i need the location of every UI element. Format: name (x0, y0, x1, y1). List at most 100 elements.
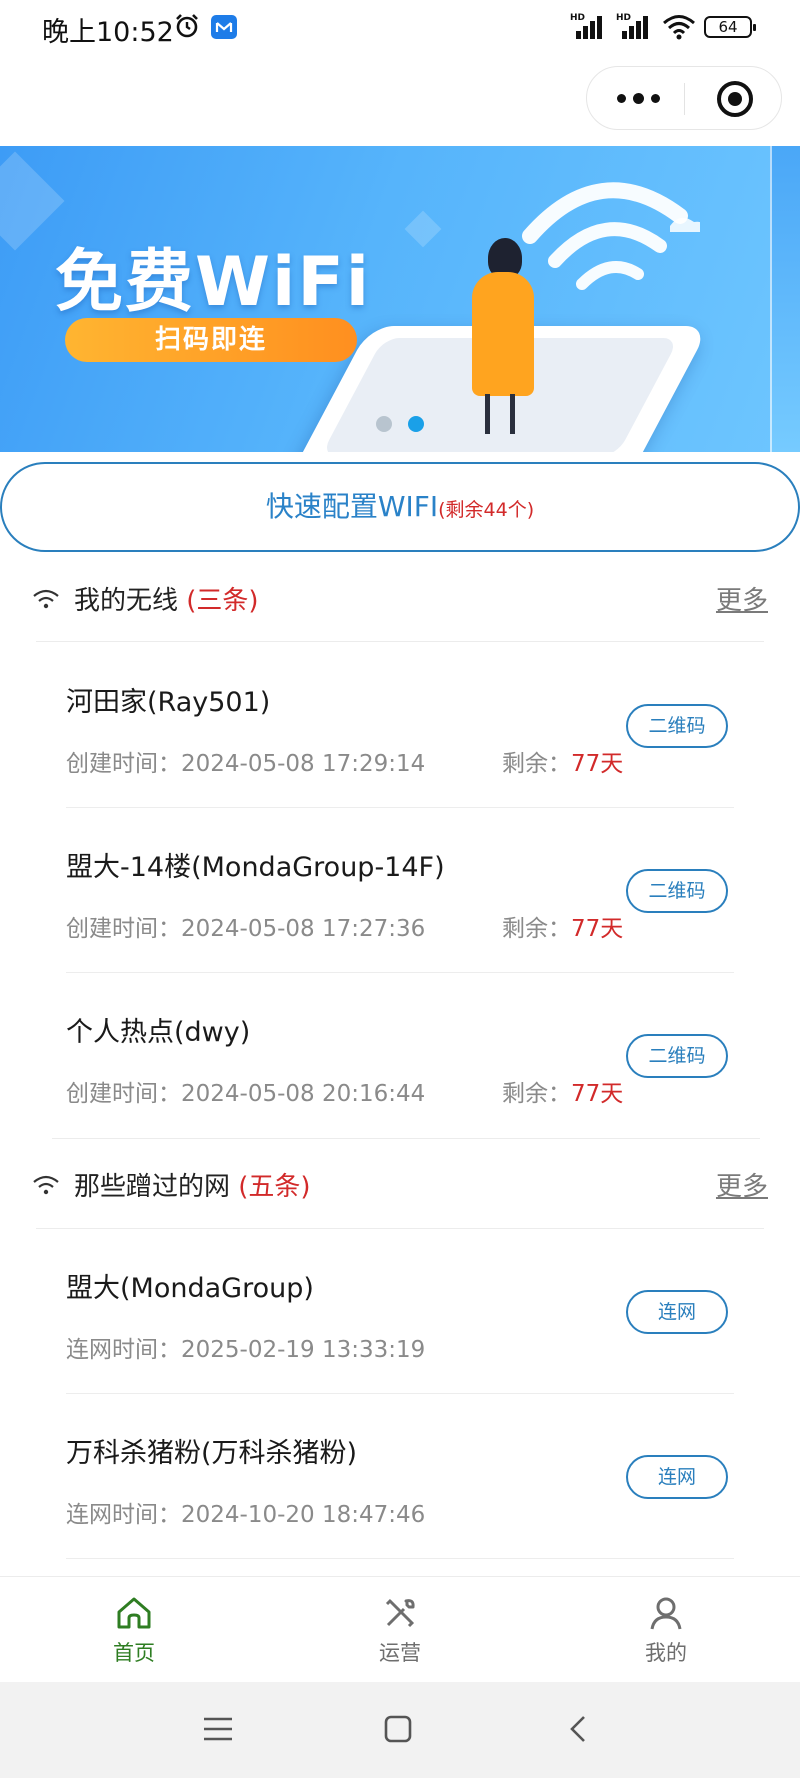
wifi-created-time: 创建时间：2024-05-08 17:29:14 (66, 744, 425, 778)
person-illustration-body (472, 272, 534, 396)
connected-label: 连网时间： (66, 1502, 181, 1528)
carousel-dot-1[interactable] (376, 416, 392, 432)
network-name: 万科杀猪粉(万科杀猪粉) (66, 1438, 358, 1469)
created-value: 2024-05-08 17:27:36 (181, 916, 426, 942)
section-divider (36, 1228, 764, 1229)
status-indicators: HD HD 64 (570, 12, 756, 42)
more-options-icon[interactable] (617, 89, 661, 109)
capsule-menu (586, 66, 782, 130)
remain-label: 剩余： (502, 751, 571, 777)
visited-networks-title: 那些蹭过的网 (五条) (74, 1166, 311, 1203)
close-miniprogram-icon[interactable] (717, 81, 753, 117)
my-wireless-count: (三条) (186, 586, 259, 616)
wifi-created-time: 创建时间：2024-05-08 17:27:36 (66, 909, 425, 943)
visited-networks-count: (五条) (238, 1172, 311, 1202)
item-divider (66, 1393, 734, 1394)
wifi-name: 河田家(Ray501) (66, 687, 271, 718)
network-list-item: 万科杀猪粉(万科杀猪粉) 连网时间：2024-10-20 18:47:46 连网 (0, 1395, 800, 1559)
section-divider (36, 641, 764, 642)
wifi-name: 盟大-14楼(MondaGroup-14F) (66, 852, 445, 883)
wifi-list-item: 个人热点(dwy) 创建时间：2024-05-08 20:16:44 剩余：77… (0, 974, 800, 1138)
section-divider (52, 1138, 760, 1139)
home-square-icon[interactable] (383, 1714, 413, 1744)
capsule-divider (684, 83, 685, 115)
connect-button[interactable]: 连网 (626, 1290, 728, 1334)
system-navigation-bar (0, 1682, 800, 1778)
tools-icon (385, 1598, 415, 1628)
created-label: 创建时间： (66, 916, 181, 942)
tab-operations-label: 运营 (379, 1641, 421, 1665)
user-icon (650, 1597, 682, 1630)
promo-banner[interactable]: 免费WiFi 扫码即连 (0, 146, 800, 452)
tab-home[interactable]: 首页 (74, 1587, 194, 1677)
quick-config-wifi-button[interactable]: 快速配置WIFI(剩余44个) (0, 462, 800, 552)
connect-button[interactable]: 连网 (626, 1455, 728, 1499)
qrcode-button[interactable]: 二维码 (626, 704, 728, 748)
tab-profile-label: 我的 (645, 1641, 687, 1665)
connected-value: 2024-10-20 18:47:46 (181, 1502, 426, 1528)
menu-icon[interactable] (202, 1714, 234, 1744)
network-list-item: 盟大(MondaGroup) 连网时间：2025-02-19 13:33:19 … (0, 1230, 800, 1394)
wifi-icon (33, 589, 59, 609)
tab-home-label: 首页 (113, 1641, 155, 1665)
remain-label: 剩余： (502, 1081, 571, 1107)
alarm-clock-icon (176, 14, 198, 38)
person-illustration-legs (485, 394, 515, 434)
my-wireless-title-text: 我的无线 (74, 586, 179, 616)
created-value: 2024-05-08 17:29:14 (181, 751, 426, 777)
wifi-name: 个人热点(dwy) (66, 1017, 251, 1048)
signal-icon-2: HD (616, 13, 654, 41)
remain-days: 77天 (571, 916, 624, 942)
quick-config-remaining: (剩余44个) (438, 499, 535, 521)
wifi-status-icon (663, 15, 695, 40)
created-value: 2024-05-08 20:16:44 (181, 1081, 426, 1107)
banner-title: 免费WiFi (55, 243, 372, 322)
wifi-remaining: 剩余：77天 (502, 909, 623, 943)
item-divider (66, 972, 734, 973)
home-icon (117, 1597, 151, 1629)
banner-subtitle: 扫码即连 (65, 318, 357, 362)
visited-networks-header: 那些蹭过的网 (五条) 更多 (0, 1146, 800, 1226)
network-connected-time: 连网时间：2024-10-20 18:47:46 (66, 1495, 425, 1529)
created-label: 创建时间： (66, 751, 181, 777)
connected-label: 连网时间： (66, 1337, 181, 1363)
decor-diamond (404, 210, 442, 248)
qrcode-button[interactable]: 二维码 (626, 1034, 728, 1078)
wifi-illustration-icon (522, 182, 700, 290)
bottom-tab-bar: 首页 运营 我的 (0, 1576, 800, 1682)
network-name: 盟大(MondaGroup) (66, 1273, 314, 1304)
status-time: 晚上10:52 (42, 17, 174, 48)
wifi-list-item: 盟大-14楼(MondaGroup-14F) 创建时间：2024-05-08 1… (0, 809, 800, 973)
remain-label: 剩余： (502, 916, 571, 942)
wifi-list-item: 河田家(Ray501) 创建时间：2024-05-08 17:29:14 剩余：… (0, 644, 800, 808)
battery-indicator: 64 (704, 16, 756, 38)
tab-operations[interactable]: 运营 (340, 1587, 460, 1677)
wifi-created-time: 创建时间：2024-05-08 20:16:44 (66, 1074, 425, 1108)
my-wireless-title: 我的无线 (三条) (74, 580, 259, 617)
carousel-dot-2[interactable] (408, 416, 424, 432)
signal-hd-label: HD (570, 13, 586, 23)
remain-days: 77天 (571, 1081, 624, 1107)
visited-networks-more-link[interactable]: 更多 (716, 1166, 768, 1203)
wifi-remaining: 剩余：77天 (502, 1074, 623, 1108)
visited-networks-title-text: 那些蹭过的网 (74, 1172, 231, 1202)
quick-config-label: 快速配置WIFI (265, 490, 439, 523)
network-connected-time: 连网时间：2025-02-19 13:33:19 (66, 1330, 425, 1364)
item-divider (66, 1558, 734, 1559)
connected-value: 2025-02-19 13:33:19 (181, 1337, 426, 1363)
qrcode-button[interactable]: 二维码 (626, 869, 728, 913)
remain-days: 77天 (571, 751, 624, 777)
status-bar: 晚上10:52 HD HD 64 (0, 0, 800, 60)
signal-hd-label-2: HD (616, 13, 632, 23)
signal-icon: HD (570, 13, 608, 41)
tab-profile[interactable]: 我的 (606, 1587, 726, 1677)
wifi-remaining: 剩余：77天 (502, 744, 623, 778)
my-wireless-more-link[interactable]: 更多 (716, 580, 768, 617)
created-label: 创建时间： (66, 1081, 181, 1107)
back-icon[interactable] (566, 1714, 590, 1744)
mail-notification-icon (211, 15, 237, 39)
wifi-icon (33, 1175, 59, 1195)
my-wireless-header: 我的无线 (三条) 更多 (0, 560, 800, 640)
item-divider (66, 807, 734, 808)
next-banner-peek (770, 146, 800, 452)
